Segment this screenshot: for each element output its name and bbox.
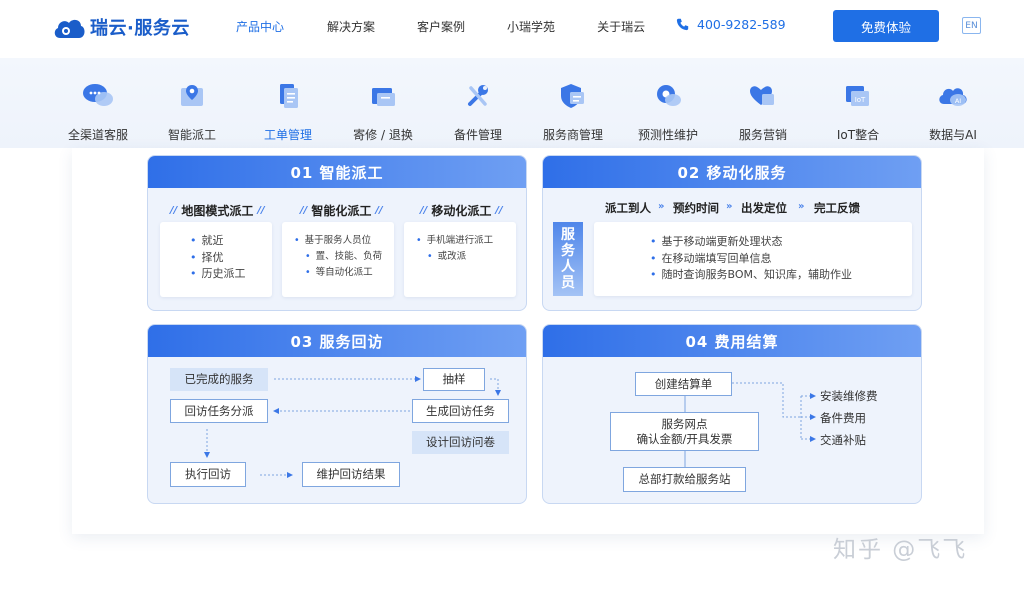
product-strip: 全渠道客服 智能派工 工单管理 寄修 / 退换 备件管理 服务商管理 预测性维护…	[0, 58, 1024, 148]
card-service-revisit: 03 服务回访 已完成的服务 抽样 回访任务分派 生成回访任务 设计回访问卷 执…	[147, 324, 527, 504]
gear-cloud-icon	[657, 85, 681, 106]
watermark: 知乎 @飞飞	[833, 537, 968, 563]
nav-item-academy[interactable]: 小瑞学苑	[507, 18, 555, 35]
execute-revisit-box: 执行回访	[170, 462, 246, 487]
list-item: 历史派工	[190, 266, 272, 283]
product-label: 数据与AI	[929, 128, 977, 142]
create-statement-box: 创建结算单	[635, 372, 732, 396]
language-switch[interactable]: EN	[962, 17, 981, 34]
step-dispatch: 派工到人	[605, 201, 651, 215]
product-label: 智能派工	[167, 128, 216, 142]
map-dispatch-box: 就近 择优 历史派工	[160, 222, 272, 297]
option-parts-fee: 备件费用	[820, 411, 866, 425]
product-label: 预测性维护	[637, 128, 698, 142]
sample-box: 抽样	[423, 368, 485, 391]
design-questionnaire-box: 设计回访问卷	[412, 431, 509, 454]
hq-payment-box: 总部打款给服务站	[623, 467, 746, 492]
product-parts[interactable]: 备件管理	[423, 82, 533, 143]
list-item-cont: 等自动化派工	[294, 265, 394, 281]
list-item: 择优	[190, 250, 272, 267]
ai-cloud-icon: AI	[939, 88, 967, 106]
free-trial-button[interactable]: 免费体验	[833, 10, 939, 42]
nav-item-products[interactable]: 产品中心	[236, 18, 284, 35]
card-mobile-service: 02 移动化服务 派工到人 » 预约时间 » 出发定位 » 完工反馈 服 务 人…	[542, 155, 922, 311]
package-icon	[372, 88, 395, 106]
column-title-mobile: //移动化派工//	[420, 204, 503, 218]
nav-item-solutions[interactable]: 解决方案	[327, 18, 375, 35]
product-data-ai[interactable]: AI 数据与AI	[898, 82, 1008, 143]
chat-cloud-icon	[83, 84, 113, 106]
step-locate: 出发定位	[741, 201, 787, 215]
product-label: 服务营销	[738, 128, 787, 142]
product-work-order[interactable]: 工单管理	[233, 82, 343, 143]
card-billing: 04 费用结算 创建结算单 服务网点 确认金额/开具发票 总部打款给服务站 安装…	[542, 324, 922, 504]
product-provider[interactable]: 服务商管理	[518, 82, 628, 143]
card-smart-dispatch: 01 智能派工 //地图模式派工// //智能化派工// //移动化派工// 就…	[147, 155, 527, 311]
wrench-icon	[468, 85, 488, 106]
smart-dispatch-box: 基于服务人员位 置、技能、负荷 等自动化派工	[282, 222, 394, 297]
product-predictive[interactable]: 预测性维护	[613, 82, 723, 143]
product-label: 服务商管理	[542, 128, 603, 142]
iot-icon: IoT	[846, 86, 869, 106]
map-pin-icon	[181, 85, 203, 106]
svg-text:AI: AI	[955, 97, 961, 105]
option-install-repair-fee: 安装维修费	[820, 389, 878, 403]
phone-icon	[676, 18, 689, 31]
logo[interactable]: 瑞云·服务云	[52, 12, 190, 42]
cloud-logo-icon	[54, 19, 85, 38]
maintain-result-box: 维护回访结果	[302, 462, 400, 487]
phone-contact[interactable]: 400-9282-589	[676, 17, 786, 32]
card-title: 02 移动化服务	[543, 156, 921, 188]
product-label: IoT整合	[836, 128, 880, 142]
product-label: 备件管理	[453, 128, 502, 142]
list-item-cont: 置、技能、负荷	[294, 249, 394, 265]
list-item: 手机端进行派工	[416, 233, 516, 249]
product-marketing[interactable]: 服务营销	[708, 82, 818, 143]
product-iot[interactable]: IoT IoT整合	[803, 82, 913, 143]
logo-text: 瑞云·服务云	[90, 18, 190, 39]
phone-number: 400-9282-589	[697, 17, 786, 32]
double-chevron-icon: »	[798, 201, 805, 212]
nav-item-cases[interactable]: 客户案例	[417, 18, 465, 35]
completed-service-box: 已完成的服务	[170, 368, 268, 391]
product-label: 工单管理	[263, 128, 312, 142]
product-repair-return[interactable]: 寄修 / 退换	[328, 82, 438, 143]
list-item-cont: 或改派	[416, 249, 516, 265]
top-navigation: 瑞云·服务云 产品中心 解决方案 客户案例 小瑞学苑 关于瑞云 400-9282…	[0, 0, 1024, 54]
list-item: 基于服务人员位	[294, 233, 394, 249]
list-item: 在移动端填写回单信息	[650, 251, 912, 268]
service-outlet-box: 服务网点 确认金额/开具发票	[610, 412, 759, 451]
double-chevron-icon: »	[726, 201, 733, 212]
main-nav: 产品中心 解决方案 客户案例 小瑞学苑 关于瑞云	[236, 18, 645, 35]
svg-text:IoT: IoT	[855, 96, 866, 104]
assign-revisit-box: 回访任务分派	[170, 399, 268, 423]
mobile-features-box: 基于移动端更新处理状态 在移动端填写回单信息 随时查询服务BOM、知识库，辅助作…	[594, 222, 912, 296]
column-title-map: //地图模式派工//	[170, 204, 265, 218]
product-dispatch[interactable]: 智能派工	[137, 82, 247, 143]
step-feedback: 完工反馈	[814, 201, 860, 215]
double-chevron-icon: »	[658, 201, 665, 212]
shield-icon	[561, 84, 584, 108]
list-item: 基于移动端更新处理状态	[650, 234, 912, 251]
step-appointment: 预约时间	[673, 201, 719, 215]
mobile-dispatch-box: 手机端进行派工 或改派	[404, 222, 516, 297]
generate-revisit-box: 生成回访任务	[412, 399, 509, 423]
document-icon	[280, 84, 298, 108]
list-item: 就近	[190, 233, 272, 250]
product-label: 寄修 / 退换	[353, 128, 413, 142]
option-travel-allowance: 交通补贴	[820, 433, 866, 447]
list-item: 随时查询服务BOM、知识库，辅助作业	[650, 267, 912, 284]
heart-icon	[750, 86, 774, 105]
nav-item-about[interactable]: 关于瑞云	[597, 18, 645, 35]
service-staff-label: 服 务 人 员	[553, 222, 583, 296]
card-title: 01 智能派工	[148, 156, 526, 188]
column-title-smart: //智能化派工//	[300, 204, 383, 218]
